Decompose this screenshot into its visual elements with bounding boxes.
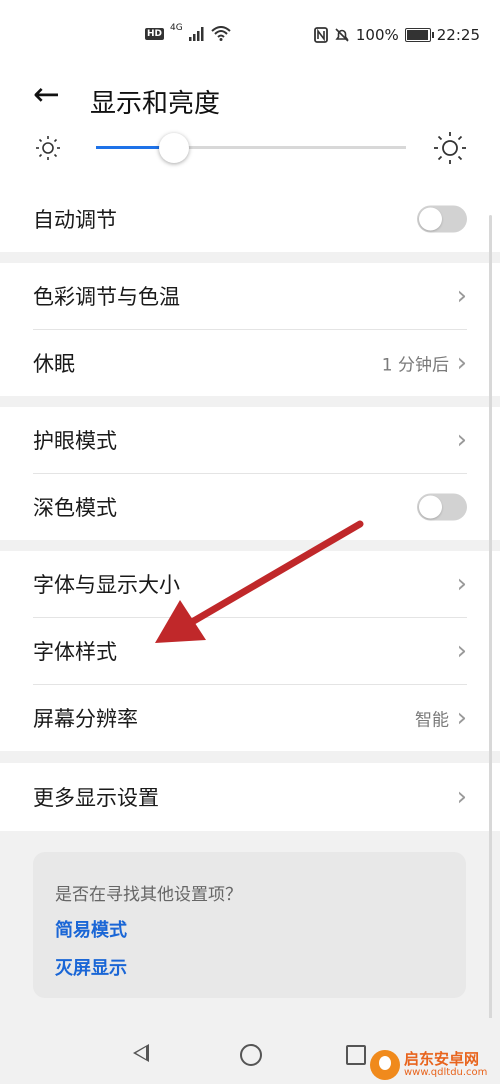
clock: 22:25 [436,26,480,44]
hd-badge: HD [145,27,165,40]
screen-resolution-row[interactable]: 屏幕分辨率 智能 › [33,685,467,751]
nav-back-icon[interactable] [133,1044,149,1062]
color-temperature-label: 色彩调节与色温 [33,285,180,309]
font-resolution-card: 字体与显示大小 › 字体样式 › 屏幕分辨率 智能 › [0,551,500,751]
always-on-display-link[interactable]: 灭屏显示 [55,954,127,980]
watermark-name: 启东安卓网 [404,1050,480,1068]
watermark-logo-icon [370,1049,400,1080]
chevron-right-icon: › [456,782,467,812]
font-display-size-label: 字体与显示大小 [33,573,180,597]
color-temperature-row[interactable]: 色彩调节与色温 › [33,263,467,330]
chevron-right-icon: › [456,281,467,311]
auto-adjust-toggle[interactable] [417,205,467,233]
mute-bell-icon [335,28,349,42]
watermark-url: www.qdltdu.com [404,1067,488,1078]
suggestion-box: 是否在寻找其他设置项？ 简易模式 灭屏显示 [33,852,466,998]
nav-recents-icon[interactable] [346,1045,366,1065]
font-display-size-row[interactable]: 字体与显示大小 › [33,551,467,618]
toggle-knob [419,207,442,231]
auto-adjust-row[interactable]: 自动调节 [33,178,467,260]
chevron-right-icon: › [456,425,467,455]
chevron-right-icon: › [456,636,467,666]
battery-fill [406,30,428,40]
auto-adjust-card: 自动调节 [0,178,500,252]
chevron-right-icon: › [456,569,467,599]
color-sleep-card: 色彩调节与色温 › 休眠 1 分钟后 › [0,263,500,396]
dark-mode-row[interactable]: 深色模式 [33,474,467,540]
chevron-right-icon: › [456,348,467,378]
battery-percent: 100% [355,26,399,44]
status-bar-signal-group: HD 4G [145,22,231,41]
scrollbar[interactable] [489,215,492,1035]
dark-mode-label: 深色模式 [33,496,117,520]
brightness-track[interactable] [96,146,406,149]
back-arrow-icon[interactable]: ← [33,78,60,110]
suggestion-question: 是否在寻找其他设置项？ [55,885,242,905]
status-bar: HD 4G 100% 22:25 [0,0,500,72]
brightness-high-icon [434,132,466,164]
screen-resolution-value: 智能 [415,710,449,731]
cellular-signal-icon [188,26,204,41]
brightness-low-icon [36,136,60,160]
wifi-icon [211,26,231,41]
page-title: 显示和亮度 [90,89,221,119]
nav-home-icon[interactable] [240,1044,262,1066]
font-style-label: 字体样式 [33,640,117,664]
font-style-row[interactable]: 字体样式 › [33,618,467,685]
sleep-label: 休眠 [33,352,75,376]
status-bar-right: 100% 22:25 [313,26,480,44]
battery-icon [404,28,434,42]
watermark: 启东安卓网 www.qdltdu.com [370,1045,500,1084]
page-header: ← 显示和亮度 [0,72,500,128]
screen-resolution-label: 屏幕分辨率 [33,707,138,731]
chevron-right-icon: › [456,703,467,733]
brightness-slider-row [0,128,500,178]
more-display-settings-label: 更多显示设置 [33,786,159,810]
network-type: 4G [170,22,183,33]
nfc-icon [313,27,328,43]
eye-care-row[interactable]: 护眼模式 › [33,407,467,474]
eye-dark-card: 护眼模式 › 深色模式 [0,407,500,540]
more-display-settings-row[interactable]: 更多显示设置 › [33,763,467,831]
toggle-knob [419,495,442,519]
eye-care-label: 护眼模式 [33,429,117,453]
simple-mode-link[interactable]: 简易模式 [55,916,127,942]
dark-mode-toggle[interactable] [417,493,467,521]
watermark-text: 启东安卓网 www.qdltdu.com [404,1051,487,1078]
brightness-thumb[interactable] [158,133,189,163]
auto-adjust-label: 自动调节 [33,208,117,232]
sleep-row[interactable]: 休眠 1 分钟后 › [33,330,467,396]
more-display-card: 更多显示设置 › [0,763,500,831]
sleep-value: 1 分钟后 [381,355,449,376]
